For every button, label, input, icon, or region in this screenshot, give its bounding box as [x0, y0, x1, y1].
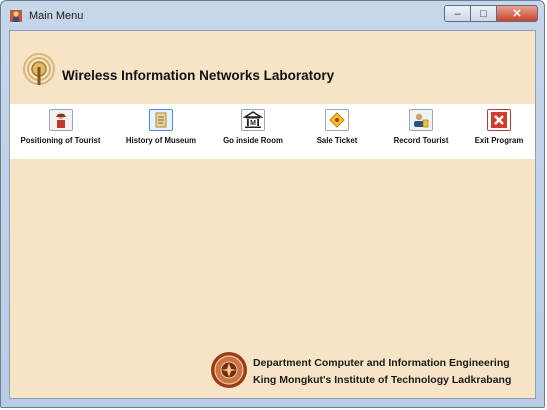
toolbar-label: Sale Ticket: [316, 136, 358, 145]
toolbar-label: History of Museum: [125, 136, 197, 145]
tourist-person-icon: [48, 109, 73, 131]
toolbar-label: Exit Program: [474, 136, 524, 145]
record-tourist-button[interactable]: Record Tourist: [379, 104, 463, 159]
app-icon: [10, 10, 22, 22]
institute-text: King Mongkut's Institute of Technology L…: [253, 374, 512, 386]
window-controls: – □ ✕: [444, 5, 538, 22]
go-inside-room-button[interactable]: M Go inside Room: [211, 104, 295, 159]
minimize-button[interactable]: –: [444, 5, 470, 22]
exit-program-button[interactable]: Exit Program: [463, 104, 535, 159]
lab-title: Wireless Information Networks Laboratory: [62, 68, 335, 83]
ticket-icon: [325, 109, 349, 131]
title-bar[interactable]: Main Menu – □ ✕: [1, 1, 544, 29]
positioning-of-tourist-button[interactable]: Positioning of Tourist: [10, 104, 111, 159]
department-text: Department Computer and Information Engi…: [253, 357, 510, 369]
scroll-icon: [149, 109, 173, 131]
footer: Department Computer and Information Engi…: [205, 348, 535, 398]
exit-x-icon: [487, 109, 511, 131]
close-button[interactable]: ✕: [496, 5, 538, 22]
client-area: Wireless Information Networks Laboratory…: [9, 30, 536, 399]
toolbar: Positioning of Tourist History of Museum…: [10, 104, 535, 159]
toolbar-label: Record Tourist: [393, 136, 449, 145]
museum-building-icon: M: [241, 109, 265, 131]
record-person-icon: [409, 109, 433, 131]
header: Wireless Information Networks Laboratory: [10, 31, 535, 104]
sale-ticket-button[interactable]: Sale Ticket: [295, 104, 379, 159]
svg-text:M: M: [250, 120, 256, 127]
main-menu-window: Main Menu – □ ✕ Wireless Information Net…: [0, 0, 545, 408]
maximize-button[interactable]: □: [470, 5, 496, 22]
history-of-museum-button[interactable]: History of Museum: [111, 104, 211, 159]
window-title: Main Menu: [29, 10, 84, 22]
university-seal-icon: [211, 352, 247, 388]
antenna-signal-icon: [23, 53, 55, 85]
toolbar-label: Positioning of Tourist: [20, 136, 101, 145]
toolbar-label: Go inside Room: [223, 136, 283, 145]
